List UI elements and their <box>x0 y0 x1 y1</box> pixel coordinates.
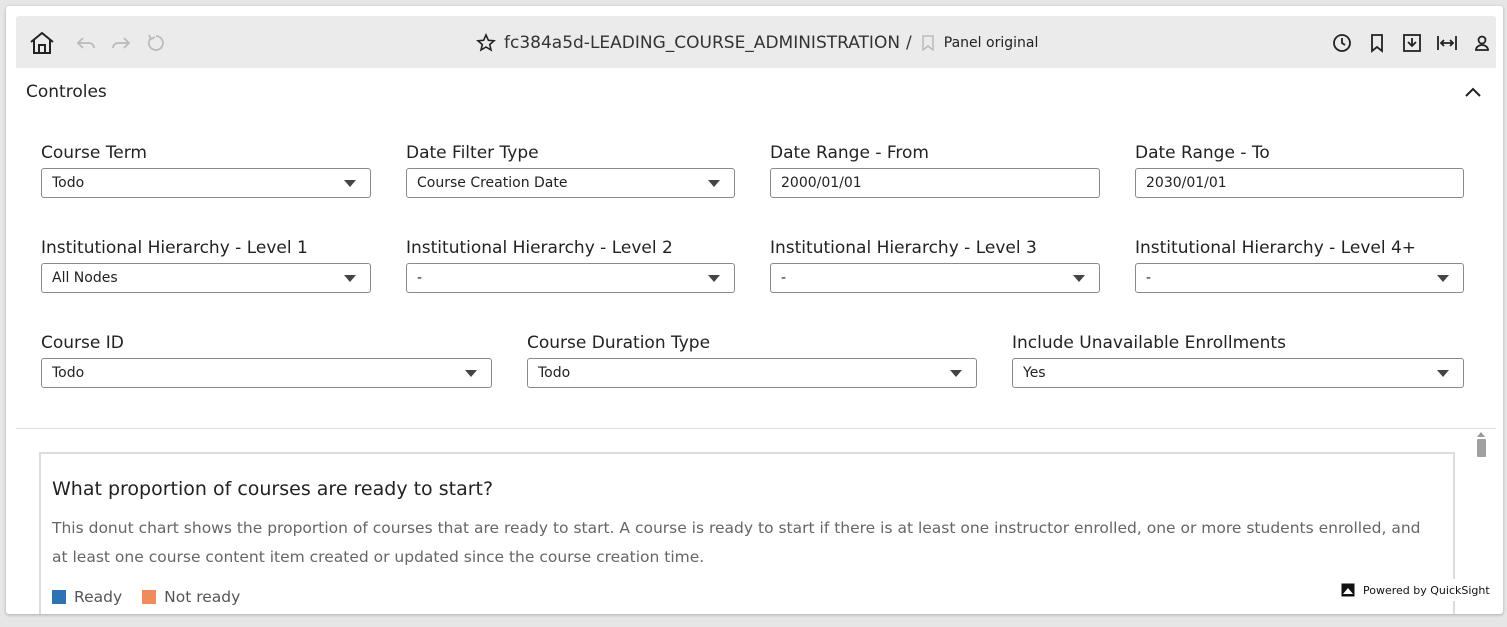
caret-down-icon <box>1073 275 1085 282</box>
course-duration-type-select[interactable]: Todo <box>527 358 977 388</box>
dashboard-frame: fc384a5d-LEADING_COURSE_ADMINISTRATION /… <box>6 6 1503 614</box>
control-label: Institutional Hierarchy - Level 1 <box>41 238 308 258</box>
undo-icon[interactable] <box>75 32 97 54</box>
date-filter-type-select[interactable]: Course Creation Date <box>406 168 735 198</box>
caret-down-icon <box>708 180 720 187</box>
hierarchy-level-1-select[interactable]: All Nodes <box>41 263 371 293</box>
control-date-range-to: Date Range - To 2030/01/01 <box>1135 142 1464 198</box>
visual-title: What proportion of courses are ready to … <box>52 478 494 500</box>
select-value: - <box>781 270 787 286</box>
bookmarks-icon[interactable] <box>1366 32 1388 54</box>
control-label: Institutional Hierarchy - Level 3 <box>770 238 1037 258</box>
powered-by-badge[interactable]: Powered by QuickSight <box>1336 579 1492 601</box>
controls-header[interactable]: Controles <box>16 68 1496 114</box>
powered-by-text: Powered by QuickSight <box>1363 583 1490 597</box>
control-label: Institutional Hierarchy - Level 4+ <box>1135 238 1417 258</box>
select-value: All Nodes <box>52 270 118 286</box>
chevron-up-icon[interactable] <box>1462 81 1484 103</box>
select-value: Todo <box>538 365 571 381</box>
download-icon[interactable] <box>1401 32 1423 54</box>
control-label: Institutional Hierarchy - Level 2 <box>406 238 673 258</box>
dashboard-title-area: fc384a5d-LEADING_COURSE_ADMINISTRATION /… <box>476 30 1038 56</box>
fit-width-icon[interactable] <box>1436 32 1458 54</box>
legend-label: Ready <box>74 588 123 606</box>
title-separator: / <box>906 33 912 53</box>
visual-description: This donut chart shows the proportion of… <box>52 519 1421 566</box>
caret-down-icon <box>1437 275 1449 282</box>
control-date-range-from: Date Range - From 2000/01/01 <box>770 142 1100 198</box>
dashboard-title: fc384a5d-LEADING_COURSE_ADMINISTRATION <box>504 33 901 53</box>
select-value: Todo <box>52 175 85 191</box>
control-label: Course ID <box>41 333 124 353</box>
control-course-id: Course ID Todo <box>41 332 492 388</box>
legend-item-ready[interactable]: Ready <box>52 588 122 606</box>
control-include-unavailable: Include Unavailable Enrollments Yes <box>1012 332 1464 388</box>
control-course-term: Course Term Todo <box>41 142 371 198</box>
legend-swatch <box>142 590 157 604</box>
control-hierarchy-level-1: Institutional Hierarchy - Level 1 All No… <box>41 237 371 293</box>
scroll-up-arrow[interactable] <box>1477 432 1485 437</box>
caret-down-icon <box>465 370 477 377</box>
control-date-filter-type: Date Filter Type Course Creation Date <box>406 142 735 198</box>
section-divider <box>16 428 1496 429</box>
scrollbar-thumb[interactable] <box>1477 439 1486 457</box>
control-label: Date Range - To <box>1135 143 1270 163</box>
course-id-select[interactable]: Todo <box>41 358 492 388</box>
user-icon[interactable] <box>1471 32 1493 54</box>
select-value: - <box>1146 270 1152 286</box>
home-icon[interactable] <box>28 29 56 57</box>
input-value: 2030/01/01 <box>1146 175 1227 191</box>
hierarchy-level-4-select[interactable]: - <box>1135 263 1464 293</box>
select-value: Todo <box>52 365 85 381</box>
date-to-input[interactable]: 2030/01/01 <box>1135 168 1464 198</box>
control-label: Include Unavailable Enrollments <box>1012 333 1286 353</box>
control-label: Date Range - From <box>770 143 929 163</box>
control-label: Date Filter Type <box>406 143 539 163</box>
include-unavailable-select[interactable]: Yes <box>1012 358 1464 388</box>
redo-icon[interactable] <box>110 32 132 54</box>
select-value: - <box>417 270 423 286</box>
control-label: Course Term <box>41 143 147 163</box>
select-value: Yes <box>1023 365 1046 381</box>
select-value: Course Creation Date <box>417 175 568 191</box>
top-toolbar: fc384a5d-LEADING_COURSE_ADMINISTRATION /… <box>16 16 1496 68</box>
control-hierarchy-level-2: Institutional Hierarchy - Level 2 - <box>406 237 735 293</box>
date-from-input[interactable]: 2000/01/01 <box>770 168 1100 198</box>
visual-ready-to-start[interactable]: What proportion of courses are ready to … <box>39 452 1455 614</box>
star-icon[interactable] <box>476 33 496 53</box>
legend-item-not-ready[interactable]: Not ready <box>142 588 240 606</box>
chart-legend: Ready Not ready <box>52 588 260 606</box>
bookmark-icon[interactable] <box>920 34 936 52</box>
quicksight-logo-icon <box>1341 583 1355 597</box>
caret-down-icon <box>708 275 720 282</box>
control-label: Course Duration Type <box>527 333 711 353</box>
legend-label: Not ready <box>164 588 241 606</box>
hierarchy-level-3-select[interactable]: - <box>770 263 1100 293</box>
controls-title: Controles <box>26 82 107 102</box>
hierarchy-level-2-select[interactable]: - <box>406 263 735 293</box>
control-course-duration-type: Course Duration Type Todo <box>527 332 977 388</box>
course-term-select[interactable]: Todo <box>41 168 371 198</box>
caret-down-icon <box>1437 370 1449 377</box>
legend-swatch <box>52 590 66 604</box>
control-hierarchy-level-4: Institutional Hierarchy - Level 4+ - <box>1135 237 1464 293</box>
sheet-name: Panel original <box>943 35 1039 51</box>
input-value: 2000/01/01 <box>781 175 862 191</box>
caret-down-icon <box>344 180 356 187</box>
caret-down-icon <box>950 370 962 377</box>
history-icon[interactable] <box>1331 32 1353 54</box>
caret-down-icon <box>344 275 356 282</box>
reset-icon[interactable] <box>145 32 167 54</box>
control-hierarchy-level-3: Institutional Hierarchy - Level 3 - <box>770 237 1100 293</box>
